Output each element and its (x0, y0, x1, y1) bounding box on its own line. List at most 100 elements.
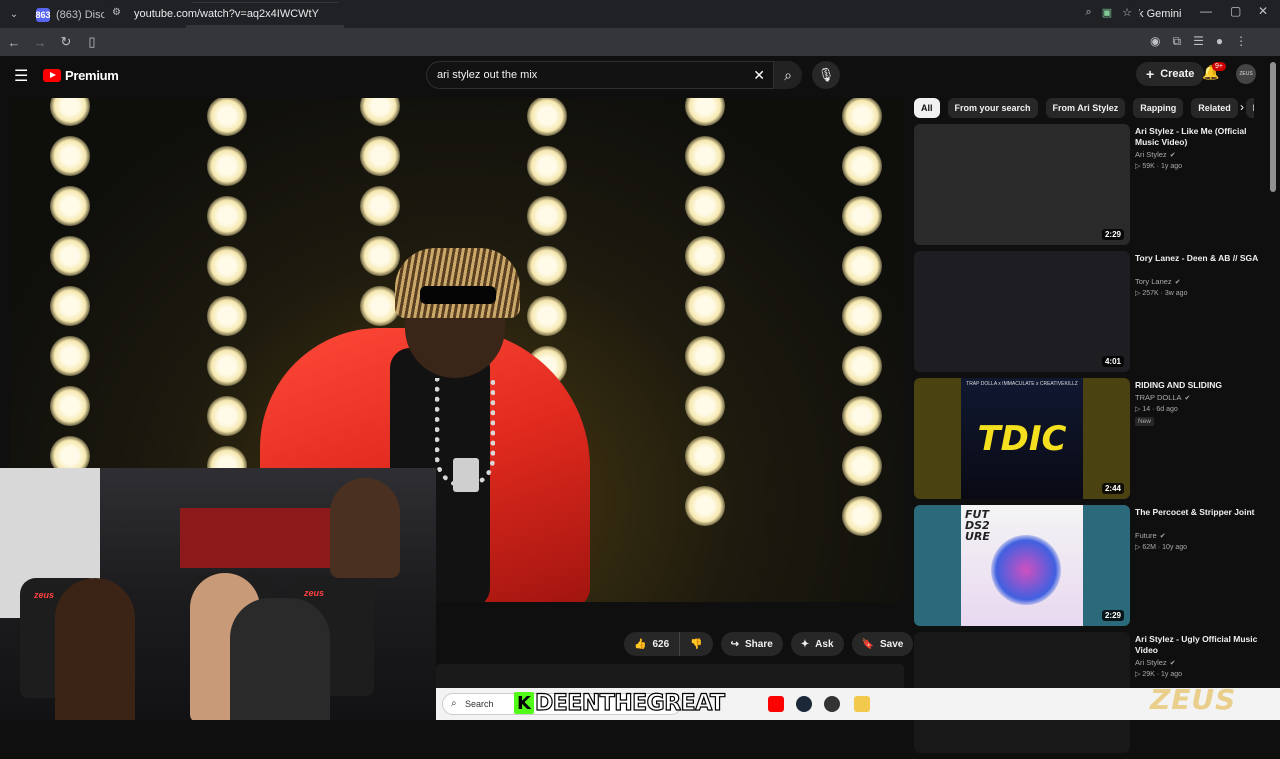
stage-light (360, 98, 400, 126)
hamburger-menu-icon[interactable]: ☰ (14, 66, 28, 86)
description-box[interactable] (436, 664, 904, 688)
video-title[interactable]: Ari Stylez - Like Me (Official Music Vid… (1135, 126, 1261, 148)
stage-light (360, 236, 400, 276)
minimize-icon[interactable]: — (1200, 4, 1212, 18)
plus-icon: + (1146, 66, 1155, 82)
file-explorer-taskbar-icon[interactable] (854, 696, 870, 712)
menu-dots-icon[interactable]: ⋮ (1235, 34, 1247, 49)
stage-light (527, 296, 567, 336)
album-art-credits: TRAP DOLLA x IMMACULATE x CREATIVEKILLZ (966, 381, 1078, 387)
stage-light (842, 146, 882, 186)
save-button[interactable]: 🔖 Save (851, 632, 914, 656)
taskbar-search-icon: ⌕ (451, 698, 457, 709)
stage-light (207, 146, 247, 186)
address-toolbar: ← → ↻ ▯ (0, 28, 1280, 56)
recommendation-item[interactable]: 4:01 Tory Lanez - Deen & AB // SGA Tory La… (914, 251, 1268, 378)
verified-icon: ✔ (1174, 279, 1181, 286)
install-app-icon[interactable]: ▣ (1102, 6, 1112, 19)
person-back (330, 478, 400, 578)
video-thumbnail[interactable]: 4:01 (914, 251, 1130, 372)
stage-light (360, 286, 400, 326)
site-info-icon[interactable]: ⚙ (112, 7, 126, 21)
stage-light (842, 346, 882, 386)
video-title[interactable]: Ari Stylez - Ugly Official Music Video (1135, 634, 1261, 656)
youtube-header: ☰ Premium ari stylez out the mix ✕ ⌕ 🎙 +… (0, 56, 1280, 96)
video-thumbnail[interactable]: 2:29 (914, 124, 1130, 245)
duration-badge: 2:44 (1101, 483, 1124, 494)
youtube-taskbar-icon[interactable] (768, 696, 784, 712)
close-window-icon[interactable]: ✕ (1258, 4, 1268, 18)
channel-name[interactable]: Ari Stylez ✔ (1135, 150, 1176, 159)
filter-chip[interactable]: Related (1191, 98, 1238, 118)
video-title[interactable]: Tory Lanez - Deen & AB // SGA (1135, 253, 1261, 264)
channel-name[interactable]: Ari Stylez ✔ (1135, 658, 1176, 667)
stage-light (527, 196, 567, 236)
channel-name[interactable]: Future ✔ (1135, 531, 1166, 540)
clear-search-icon[interactable]: ✕ (753, 67, 765, 84)
filter-chip[interactable]: Rapping (1133, 98, 1184, 118)
page-scrollbar[interactable] (1270, 62, 1276, 192)
search-button[interactable]: ⌕ (774, 61, 802, 89)
like-button[interactable]: 👍 626 (624, 632, 681, 656)
thumbs-up-icon: 👍 (634, 638, 647, 650)
dislike-button[interactable]: 👎 (680, 632, 713, 656)
video-actions: 👍 626 👎 ↪ Share ✦ Ask 🔖 Save ⋯ (624, 632, 946, 656)
channel-name[interactable]: Tory Lanez ✔ (1135, 277, 1181, 286)
profile-icon[interactable]: ● (1216, 34, 1223, 49)
video-thumbnail[interactable]: FUT DS2 URE 2:29 (914, 505, 1130, 626)
voice-search-button[interactable]: 🎙 (812, 61, 840, 89)
recommendation-item[interactable]: TDIC TRAP DOLLA x IMMACULATE x CREATIVEKI… (914, 378, 1268, 505)
filter-chip[interactable]: All (914, 98, 940, 118)
youtube-logo[interactable]: Premium (43, 68, 119, 83)
stage-light (842, 446, 882, 486)
side-panel-icon[interactable]: ▯ (80, 30, 104, 54)
zoom-icon[interactable]: ⌕ (1086, 6, 1092, 19)
reading-list-icon[interactable]: ☰ (1193, 34, 1204, 49)
video-meta: ▷ 29K · 1y ago (1135, 671, 1183, 678)
address-bar[interactable]: ⚙ youtube.com/watch?v=aq2x4IWCWtY ⌕ ▣ ☆ (104, 3, 1140, 25)
share-button[interactable]: ↪ Share (720, 632, 783, 656)
puzzle-icon[interactable]: ⧉ (1172, 34, 1181, 49)
avatar[interactable]: ZEUS (1236, 64, 1256, 84)
premium-label: Premium (65, 68, 119, 83)
obs-taskbar-icon[interactable] (824, 696, 840, 712)
stage-light (527, 146, 567, 186)
thumbs-down-icon: 👎 (690, 638, 703, 650)
video-title[interactable]: RIDING AND SLIDING (1135, 380, 1261, 391)
stage-light (527, 246, 567, 286)
video-thumbnail[interactable]: TDIC TRAP DOLLA x IMMACULATE x CREATIVEKI… (914, 378, 1130, 499)
recommendation-list: 2:29 Ari Stylez - Like Me (Official Music… (914, 124, 1268, 759)
taskbar-search-placeholder: Search (465, 699, 494, 709)
create-button[interactable]: + Create (1136, 62, 1205, 86)
stage-light (685, 186, 725, 226)
tab-search-icon[interactable]: ⌄ (0, 0, 28, 28)
bookmark-star-icon[interactable]: ☆ (1122, 6, 1132, 19)
recommendation-item[interactable]: 2:29 Ari Stylez - Like Me (Official Music… (914, 124, 1268, 251)
chain-pendant (453, 458, 479, 492)
filter-chip[interactable]: For y (1245, 98, 1254, 118)
extension-icon[interactable]: ◉ (1150, 34, 1160, 49)
reload-icon[interactable]: ↻ (54, 30, 78, 54)
duration-badge: 4:01 (1101, 356, 1124, 367)
search-query: ari stylez out the mix (437, 69, 538, 81)
recommendation-item[interactable]: FUT DS2 URE 2:29 The Percocet & Stripper J… (914, 505, 1268, 632)
back-icon[interactable]: ← (2, 30, 26, 54)
stage-light (685, 286, 725, 326)
maximize-icon[interactable]: ▢ (1230, 4, 1241, 18)
person-front (230, 598, 330, 720)
filter-chip[interactable]: From your search (947, 98, 1038, 118)
album-art: TDIC TRAP DOLLA x IMMACULATE x CREATIVEKI… (961, 378, 1083, 499)
steam-taskbar-icon[interactable] (796, 696, 812, 712)
share-icon: ↪ (730, 638, 739, 650)
video-title[interactable]: The Percocet & Stripper Joint (1135, 507, 1261, 518)
forward-icon[interactable]: → (28, 30, 52, 54)
filter-chip[interactable]: From Ari Stylez (1045, 98, 1126, 118)
verified-icon: ✔ (1184, 395, 1191, 402)
video-meta: ▷ 257K · 3w ago (1135, 290, 1188, 297)
stage-light (842, 396, 882, 436)
channel-name[interactable]: TRAP DOLLA ✔ (1135, 393, 1190, 402)
chevron-right-icon[interactable]: › (1240, 100, 1244, 114)
ask-button[interactable]: ✦ Ask (790, 632, 844, 656)
verified-icon: ✔ (1169, 152, 1176, 159)
search-input[interactable]: ari stylez out the mix ✕ (426, 61, 774, 89)
